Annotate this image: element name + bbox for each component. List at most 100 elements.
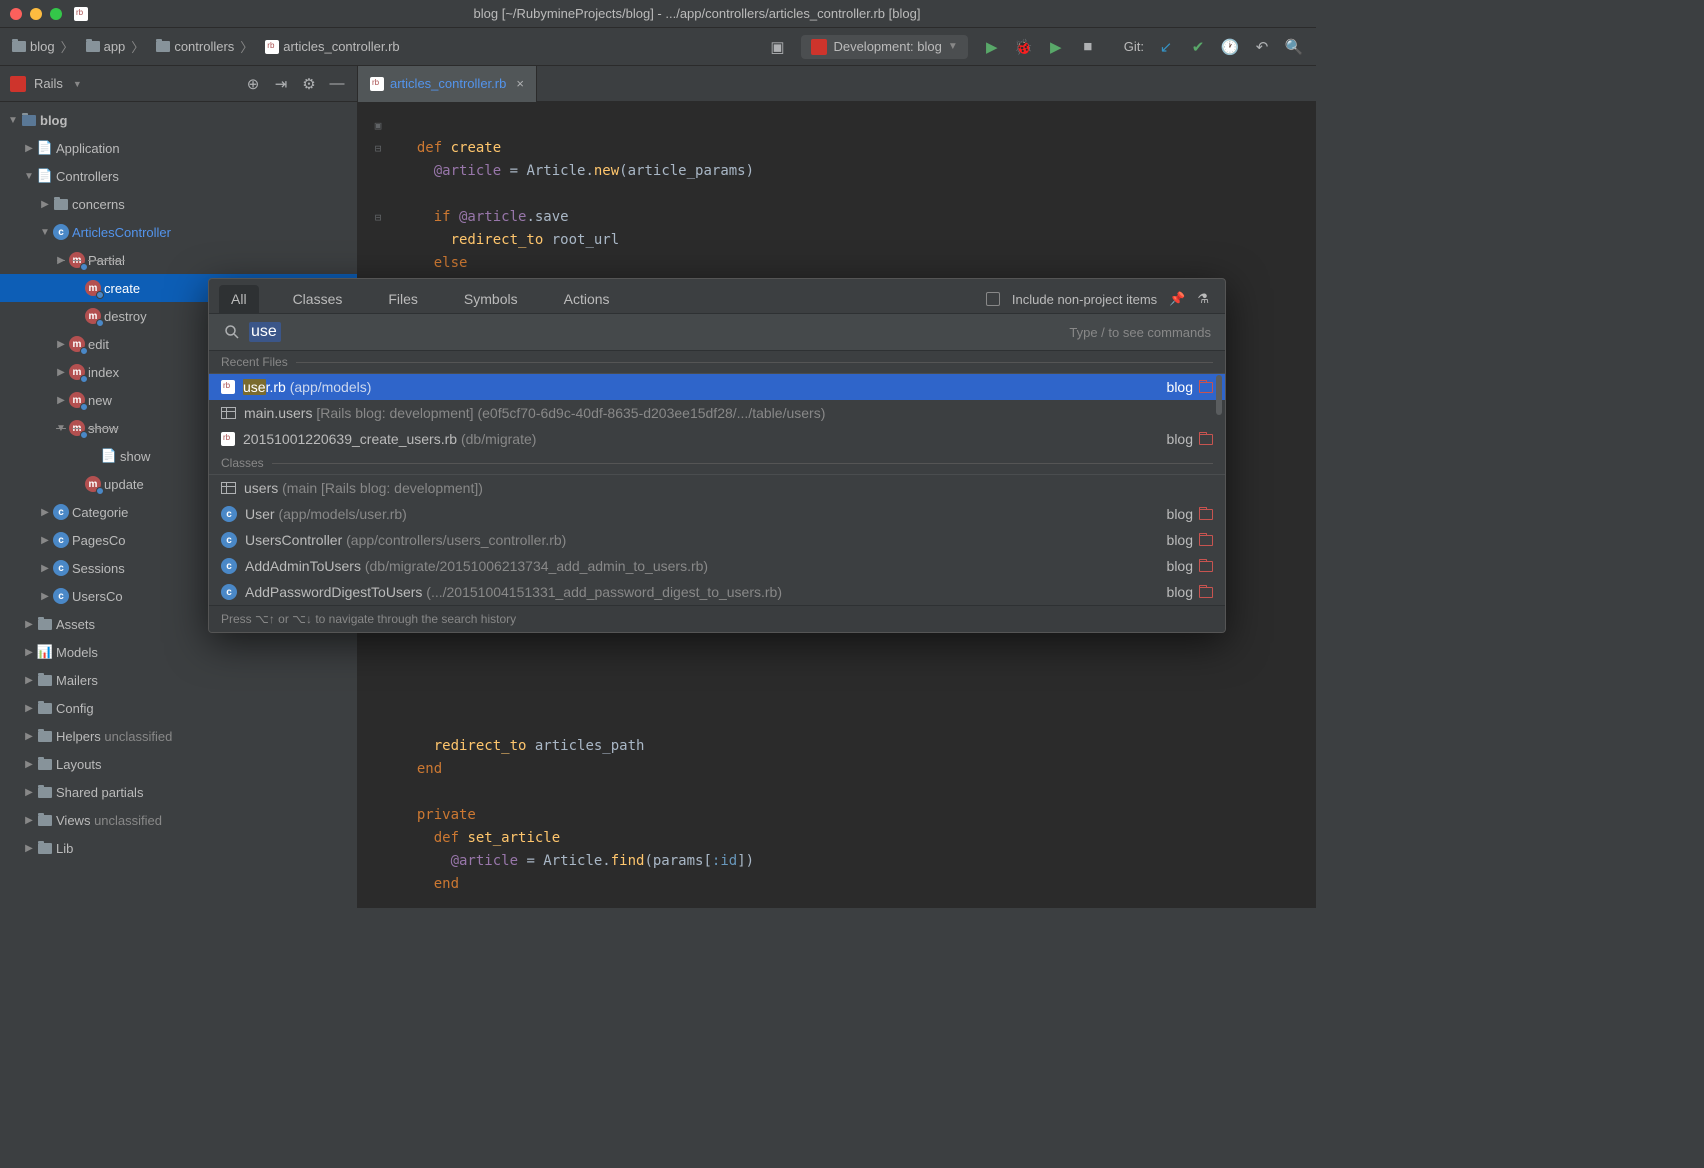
build-icon[interactable]: ▣: [763, 33, 791, 61]
coverage-icon[interactable]: ▶: [1042, 33, 1070, 61]
table-icon: [221, 407, 236, 419]
run-config-label: Development: blog: [833, 39, 941, 54]
search-tab-all[interactable]: All: [219, 285, 259, 313]
settings-icon[interactable]: ⚙: [299, 75, 319, 93]
tree-controllers[interactable]: ▼📄Controllers: [0, 162, 357, 190]
section-recent-files: Recent Files: [209, 351, 1225, 374]
tree-partial[interactable]: ▶Partial: [0, 246, 357, 274]
class-icon: [221, 584, 237, 600]
search-tab-actions[interactable]: Actions: [552, 285, 622, 313]
run-icon[interactable]: ▶: [978, 33, 1006, 61]
tree-helpers[interactable]: ▶Helpers unclassified: [0, 722, 357, 750]
tree-articles-controller[interactable]: ▼ArticlesController: [0, 218, 357, 246]
window-title: blog [~/RubymineProjects/blog] - .../app…: [88, 6, 1306, 21]
search-result[interactable]: AddPasswordDigestToUsers (.../2015100415…: [209, 579, 1225, 605]
tree-views[interactable]: ▶Views unclassified: [0, 806, 357, 834]
breadcrumb-blog[interactable]: blog〉: [8, 35, 80, 58]
search-result[interactable]: 20151001220639_create_users.rb (db/migra…: [209, 426, 1225, 452]
search-tabs: All Classes Files Symbols Actions Includ…: [209, 279, 1225, 313]
breadcrumb-label: controllers: [174, 39, 234, 54]
breadcrumb-app[interactable]: app〉: [82, 35, 151, 58]
git-label: Git:: [1124, 39, 1144, 54]
tree-mailers[interactable]: ▶Mailers: [0, 666, 357, 694]
breadcrumb-controllers[interactable]: controllers〉: [152, 35, 259, 58]
window-controls: [10, 8, 62, 20]
search-hint: Type / to see commands: [1069, 325, 1211, 340]
folder-open-icon: [1199, 382, 1213, 393]
collapse-icon[interactable]: ⇥: [271, 75, 291, 93]
ruby-file-icon: [370, 77, 384, 91]
tree-models[interactable]: ▶📊Models: [0, 638, 357, 666]
vcs-update-icon[interactable]: ↙: [1152, 33, 1180, 61]
search-icon: [223, 323, 241, 341]
tree-lib[interactable]: ▶Lib: [0, 834, 357, 862]
run-configuration-selector[interactable]: Development: blog ▼: [801, 35, 967, 59]
tree-layouts[interactable]: ▶Layouts: [0, 750, 357, 778]
sidebar-header: Rails▼ ⊕ ⇥ ⚙ —: [0, 66, 357, 102]
fold-icon[interactable]: ⊟: [358, 137, 398, 160]
breadcrumb-file[interactable]: articles_controller.rb: [261, 37, 403, 56]
folder-icon: [86, 41, 100, 52]
folder-icon: [12, 41, 26, 52]
search-result[interactable]: UsersController (app/controllers/users_c…: [209, 527, 1225, 553]
maximize-window[interactable]: [50, 8, 62, 20]
breadcrumb-label: app: [104, 39, 126, 54]
class-icon: [221, 506, 237, 522]
hide-icon[interactable]: —: [327, 75, 347, 92]
search-input-row: Type / to see commands: [209, 313, 1225, 351]
minimize-window[interactable]: [30, 8, 42, 20]
pin-icon[interactable]: 📌: [1169, 291, 1185, 307]
search-result[interactable]: user.rb (app/models) blog: [209, 374, 1225, 400]
sidebar-title[interactable]: Rails▼: [34, 76, 235, 91]
close-icon[interactable]: ×: [516, 76, 524, 91]
ruby-file-icon: [221, 380, 235, 394]
include-non-project-checkbox[interactable]: [986, 292, 1000, 306]
tree-config[interactable]: ▶Config: [0, 694, 357, 722]
editor-tab-active[interactable]: articles_controller.rb ×: [358, 66, 537, 102]
breadcrumb[interactable]: blog〉 app〉 controllers〉 articles_control…: [8, 35, 404, 58]
folder-open-icon: [1199, 535, 1213, 546]
close-window[interactable]: [10, 8, 22, 20]
search-everywhere-icon[interactable]: 🔍: [1280, 33, 1308, 61]
editor-tabs: articles_controller.rb ×: [358, 66, 1316, 102]
rails-icon: [811, 39, 827, 55]
ruby-file-icon: [265, 40, 279, 54]
fold-icon[interactable]: ⊟: [358, 206, 398, 229]
gutter-icon[interactable]: ▣: [358, 114, 398, 137]
search-tab-classes[interactable]: Classes: [281, 285, 355, 313]
tree-shared-partials[interactable]: ▶Shared partials: [0, 778, 357, 806]
table-icon: [221, 482, 236, 494]
vcs-commit-icon[interactable]: ✔: [1184, 33, 1212, 61]
filter-icon[interactable]: ⚗: [1197, 291, 1209, 307]
search-result[interactable]: users (main [Rails blog: development]): [209, 475, 1225, 501]
stop-icon[interactable]: ■: [1074, 33, 1102, 61]
search-result[interactable]: User (app/models/user.rb) blog: [209, 501, 1225, 527]
class-icon: [221, 532, 237, 548]
search-result[interactable]: AddAdminToUsers (db/migrate/201510062137…: [209, 553, 1225, 579]
class-icon: [221, 558, 237, 574]
gutter: ▣ ⊟ ⊟: [358, 114, 398, 252]
ruby-file-icon: [221, 432, 235, 446]
vcs-revert-icon[interactable]: ↶: [1248, 33, 1276, 61]
folder-open-icon: [1199, 434, 1213, 445]
scrollbar[interactable]: [1216, 375, 1222, 415]
folder-open-icon: [1199, 509, 1213, 520]
search-everywhere-popup: All Classes Files Symbols Actions Includ…: [208, 278, 1226, 633]
search-result[interactable]: main.users [Rails blog: development] (e0…: [209, 400, 1225, 426]
folder-open-icon: [1199, 561, 1213, 572]
search-tab-symbols[interactable]: Symbols: [452, 285, 530, 313]
vcs-history-icon[interactable]: 🕐: [1216, 33, 1244, 61]
rails-icon: [10, 76, 26, 92]
search-tab-files[interactable]: Files: [376, 285, 430, 313]
tree-concerns[interactable]: ▶concerns: [0, 190, 357, 218]
breadcrumb-label: articles_controller.rb: [283, 39, 399, 54]
debug-icon[interactable]: 🐞: [1010, 33, 1038, 61]
tree-root[interactable]: ▼blog: [0, 106, 357, 134]
locate-icon[interactable]: ⊕: [243, 75, 263, 93]
titlebar: blog [~/RubymineProjects/blog] - .../app…: [0, 0, 1316, 28]
section-classes: Classes: [209, 452, 1225, 475]
ruby-file-icon: [74, 7, 88, 21]
search-input[interactable]: [249, 322, 281, 342]
tree-application[interactable]: ▶📄Application: [0, 134, 357, 162]
search-footer: Press ⌥↑ or ⌥↓ to navigate through the s…: [209, 605, 1225, 632]
